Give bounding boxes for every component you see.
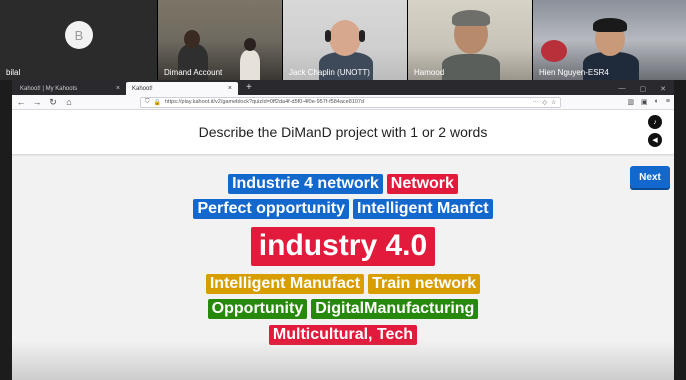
kahoot-page: Describe the DiManD project with 1 or 2 … [12, 110, 674, 380]
navigation-toolbar: ← → ↻ ⌂ ⛉ 🔒 https://play.kahoot.it/v2/ga… [12, 95, 674, 110]
word-cloud-item: Train network [368, 274, 481, 295]
close-icon[interactable]: × [116, 85, 120, 92]
library-icon[interactable]: ▥ [627, 98, 634, 106]
word-cloud-item: Intelligent Manfct [353, 199, 493, 220]
word-cloud-item: Multicultural, Tech [268, 325, 418, 346]
reload-icon[interactable]: ↻ [48, 97, 58, 108]
shield-icon[interactable]: ⛉ [145, 99, 150, 106]
word-cloud-item-featured: industry 4.0 [250, 227, 436, 266]
browser-window: Kahoot! | My Kahoots × Kahoot! × + — ▢ ✕… [12, 80, 674, 380]
sidebar-icon[interactable]: ▣ [641, 98, 648, 106]
participant-name: Hamood [414, 68, 445, 77]
participant-tile-jack-chaplin[interactable]: Jack Chaplin (UNOTT) [283, 0, 408, 80]
word-cloud: Industrie 4 network Network Perfect oppo… [12, 154, 674, 380]
participant-name: Dimand Account [164, 68, 223, 77]
page-actions-icon[interactable]: ··· [532, 99, 538, 105]
participant-name: bilal [6, 68, 21, 77]
bookmark-star-icon[interactable]: ☆ [551, 99, 556, 106]
pocket-icon[interactable]: ◇ [542, 99, 547, 106]
word-cloud-item: DigitalManufacturing [311, 299, 479, 320]
avatar: B [65, 21, 93, 49]
minimize-icon[interactable]: — [619, 85, 626, 92]
back-icon[interactable]: ← [16, 97, 26, 107]
new-tab-button[interactable]: + [238, 82, 260, 95]
tab-bar: Kahoot! | My Kahoots × Kahoot! × + — ▢ ✕ [12, 80, 674, 95]
address-bar[interactable]: ⛉ 🔒 https://play.kahoot.it/v2/gameblock?… [140, 96, 562, 108]
screen: B bilal Dimand Account Jack Chaplin (UNO… [0, 0, 686, 380]
word-cloud-item: Industrie 4 network [228, 174, 383, 195]
word-row: Multicultural, Tech [12, 325, 674, 346]
tab-label: Kahoot! | My Kahoots [20, 85, 78, 92]
window-controls: — ▢ ✕ [611, 82, 675, 95]
participant-tile-hamood[interactable]: Hamood [408, 0, 533, 80]
word-row: Perfect opportunity Intelligent Manfct [12, 199, 674, 220]
question-text: Describe the DiManD project with 1 or 2 … [198, 124, 488, 140]
home-icon[interactable]: ⌂ [64, 97, 74, 107]
participant-name: Hien Nguyen-ESR4 [539, 68, 609, 77]
forward-icon[interactable]: → [32, 97, 42, 107]
url-text[interactable]: https://play.kahoot.it/v2/gameblock?quiz… [165, 99, 528, 105]
tab-kahoot[interactable]: Kahoot! × [126, 82, 238, 95]
toolbar-icons: ▥ ▣ ◐ ≡ [627, 98, 670, 106]
tab-my-kahoots[interactable]: Kahoot! | My Kahoots × [14, 82, 126, 95]
word-row: Intelligent Manufact Train network [12, 274, 674, 295]
tab-label: Kahoot! [132, 85, 153, 92]
speaker-icon[interactable]: ◀ [648, 133, 662, 147]
menu-icon[interactable]: ≡ [666, 98, 670, 106]
side-controls: ♪ ◀ [648, 115, 662, 147]
close-icon[interactable]: × [228, 85, 232, 92]
maximize-icon[interactable]: ▢ [640, 85, 647, 93]
video-call-strip: B bilal Dimand Account Jack Chaplin (UNO… [0, 0, 686, 80]
participant-tile-hien-nguyen[interactable]: Hien Nguyen-ESR4 [533, 0, 686, 80]
word-row: Industrie 4 network Network [12, 174, 674, 195]
extension-icon[interactable]: ◐ [655, 98, 659, 106]
word-cloud-item: Intelligent Manufact [205, 274, 365, 295]
word-cloud-item: Perfect opportunity [193, 199, 349, 220]
word-cloud-item: Network [386, 174, 458, 195]
word-row: industry 4.0 [12, 227, 674, 266]
word-cloud-item: Opportunity [207, 299, 308, 320]
participant-tile-dimand-account[interactable]: Dimand Account [158, 0, 283, 80]
close-icon[interactable]: ✕ [660, 85, 666, 93]
participant-tile-bilal[interactable]: B bilal [0, 0, 158, 80]
music-icon[interactable]: ♪ [648, 115, 662, 129]
word-row: Opportunity DigitalManufacturing [12, 299, 674, 320]
lock-icon[interactable]: 🔒 [154, 99, 161, 106]
participant-name: Jack Chaplin (UNOTT) [289, 68, 370, 77]
question-header: Describe the DiManD project with 1 or 2 … [12, 110, 674, 154]
